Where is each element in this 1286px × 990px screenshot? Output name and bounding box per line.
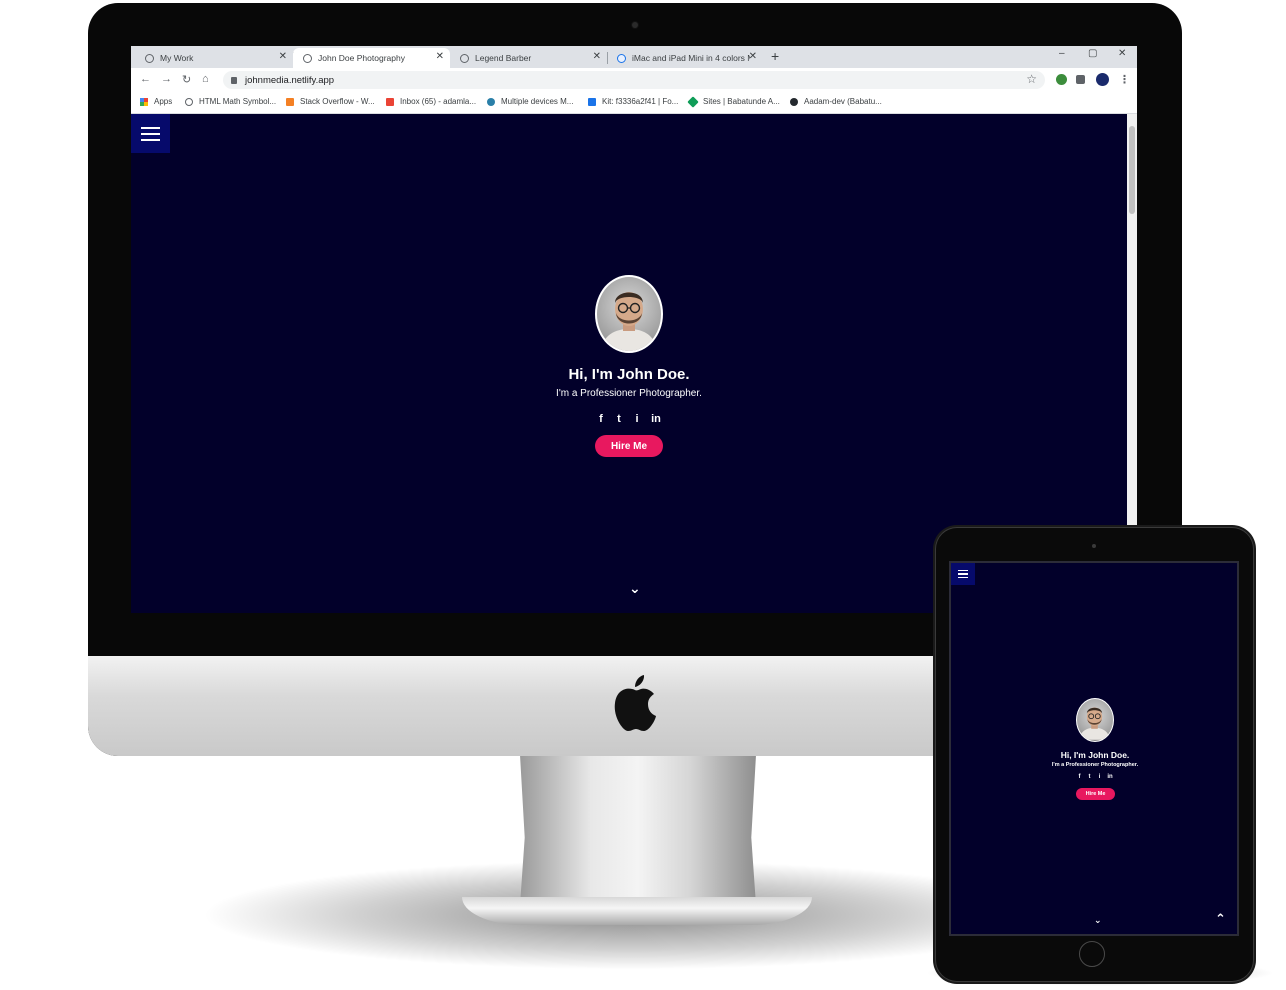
- instagram-icon[interactable]: i: [631, 413, 643, 425]
- menu-toggle-button[interactable]: [131, 114, 170, 153]
- bookmark-stack-overflow[interactable]: Stack Overflow - W...: [286, 97, 375, 106]
- close-icon[interactable]: ✕: [436, 51, 444, 62]
- imac-foot: [462, 897, 812, 925]
- diamond-icon: [687, 95, 699, 108]
- facebook-icon[interactable]: f: [1076, 774, 1084, 780]
- tab-label: John Doe Photography: [318, 53, 405, 63]
- bookmark-inbox[interactable]: Inbox (65) - adamla...: [386, 97, 476, 106]
- ipad-camera: [1092, 544, 1096, 548]
- hero-subtitle: I'm a Professioner Photographer.: [556, 388, 702, 399]
- bookmarks-bar: Apps HTML Math Symbol... Stack Overflow …: [131, 92, 1137, 114]
- ipad-social-links: f t i in: [1070, 774, 1120, 780]
- close-window-button[interactable]: ✕: [1118, 48, 1126, 59]
- tab-my-work[interactable]: My Work ✕: [135, 48, 294, 68]
- url-input[interactable]: johnmedia.netlify.app ☆: [223, 71, 1045, 89]
- apple-logo-icon: [614, 675, 656, 731]
- bookmark-apps[interactable]: Apps: [140, 97, 172, 106]
- ipad-hero-subtitle: I'm a Professioner Photographer.: [1051, 762, 1139, 768]
- ipad-menu-toggle-button[interactable]: [951, 563, 975, 585]
- globe-icon: [303, 53, 312, 63]
- bookmark-kit[interactable]: Kit: f3336a2f41 | Fo...: [588, 97, 678, 106]
- bookmark-github[interactable]: Aadam-dev (Babatu...: [790, 97, 882, 106]
- twitter-icon[interactable]: t: [613, 413, 625, 425]
- instagram-icon[interactable]: i: [1096, 774, 1104, 780]
- lock-icon: [231, 76, 237, 84]
- site-icon: [487, 97, 495, 106]
- stack-overflow-icon: [286, 97, 294, 106]
- site-icon: [617, 53, 626, 63]
- imac-camera: [632, 22, 638, 28]
- ipad-device: Hi, I'm John Doe. I'm a Professioner Pho…: [935, 527, 1254, 982]
- hero-title: Hi, I'm John Doe.: [568, 366, 690, 383]
- apps-grid-icon: [140, 97, 148, 106]
- imac-stand: [520, 755, 756, 905]
- tab-label: My Work: [160, 53, 194, 63]
- ipad-avatar: [1076, 698, 1114, 742]
- close-icon[interactable]: ✕: [749, 51, 757, 62]
- address-bar-row: ← → ↻ ⌂ johnmedia.netlify.app ☆ ⋮: [131, 68, 1137, 92]
- tab-imac-ipad[interactable]: iMac and iPad Mini in 4 colors M ✕: [607, 48, 763, 68]
- tab-bar: My Work ✕ John Doe Photography ✕ Legend …: [131, 46, 1137, 68]
- ipad-hero-title: Hi, I'm John Doe.: [1060, 750, 1130, 760]
- bookmark-sites[interactable]: Sites | Babatunde A...: [687, 95, 780, 108]
- close-icon[interactable]: ✕: [279, 51, 287, 62]
- twitter-icon[interactable]: t: [1086, 774, 1094, 780]
- puzzle-icon[interactable]: [1076, 75, 1085, 84]
- extension-icon[interactable]: [1056, 74, 1067, 85]
- tab-john-doe-photography[interactable]: John Doe Photography ✕: [293, 48, 450, 68]
- ipad-home-button[interactable]: [1079, 941, 1105, 967]
- globe-icon: [185, 97, 193, 106]
- github-icon: [790, 97, 798, 106]
- facebook-icon[interactable]: f: [595, 413, 607, 425]
- globe-icon: [145, 53, 154, 63]
- profile-photo: [601, 292, 657, 351]
- avatar: [595, 275, 663, 353]
- ipad-profile-photo: [1079, 707, 1110, 740]
- close-icon[interactable]: ✕: [593, 51, 601, 62]
- forward-button[interactable]: →: [161, 73, 172, 85]
- back-to-top-icon[interactable]: ⌃: [1215, 911, 1226, 927]
- bookmark-star-icon[interactable]: ☆: [1026, 72, 1037, 86]
- home-button[interactable]: ⌂: [202, 73, 209, 85]
- menu-icon[interactable]: ⋮: [1119, 73, 1130, 86]
- linkedin-icon[interactable]: in: [1106, 774, 1115, 780]
- ipad-scroll-down-icon[interactable]: ⌄: [1094, 915, 1102, 926]
- bookmark-html-math[interactable]: HTML Math Symbol...: [185, 97, 276, 106]
- maximize-button[interactable]: ▢: [1088, 48, 1097, 59]
- minimize-button[interactable]: –: [1059, 48, 1065, 59]
- social-links: f t i in: [589, 413, 669, 425]
- gmail-icon: [386, 97, 394, 106]
- ipad-screen: Hi, I'm John Doe. I'm a Professioner Pho…: [949, 561, 1239, 936]
- reload-button[interactable]: ↻: [182, 73, 191, 86]
- scroll-down-icon[interactable]: ⌄: [629, 580, 641, 597]
- scrollbar-thumb[interactable]: [1129, 126, 1135, 214]
- bookmark-multiple-devices[interactable]: Multiple devices M...: [487, 97, 573, 106]
- flag-icon: [588, 97, 596, 106]
- linkedin-icon[interactable]: in: [649, 413, 663, 425]
- back-button[interactable]: ←: [140, 73, 151, 85]
- ipad-hire-me-button[interactable]: Hire Me: [1076, 788, 1115, 800]
- url-text: johnmedia.netlify.app: [245, 74, 335, 86]
- tab-legend-barber[interactable]: Legend Barber ✕: [450, 48, 608, 68]
- profile-avatar[interactable]: [1096, 73, 1109, 86]
- new-tab-button[interactable]: +: [771, 48, 779, 64]
- globe-icon: [460, 53, 469, 63]
- tab-label: iMac and iPad Mini in 4 colors M: [632, 53, 750, 63]
- hire-me-button[interactable]: Hire Me: [595, 435, 663, 457]
- tab-label: Legend Barber: [475, 53, 532, 63]
